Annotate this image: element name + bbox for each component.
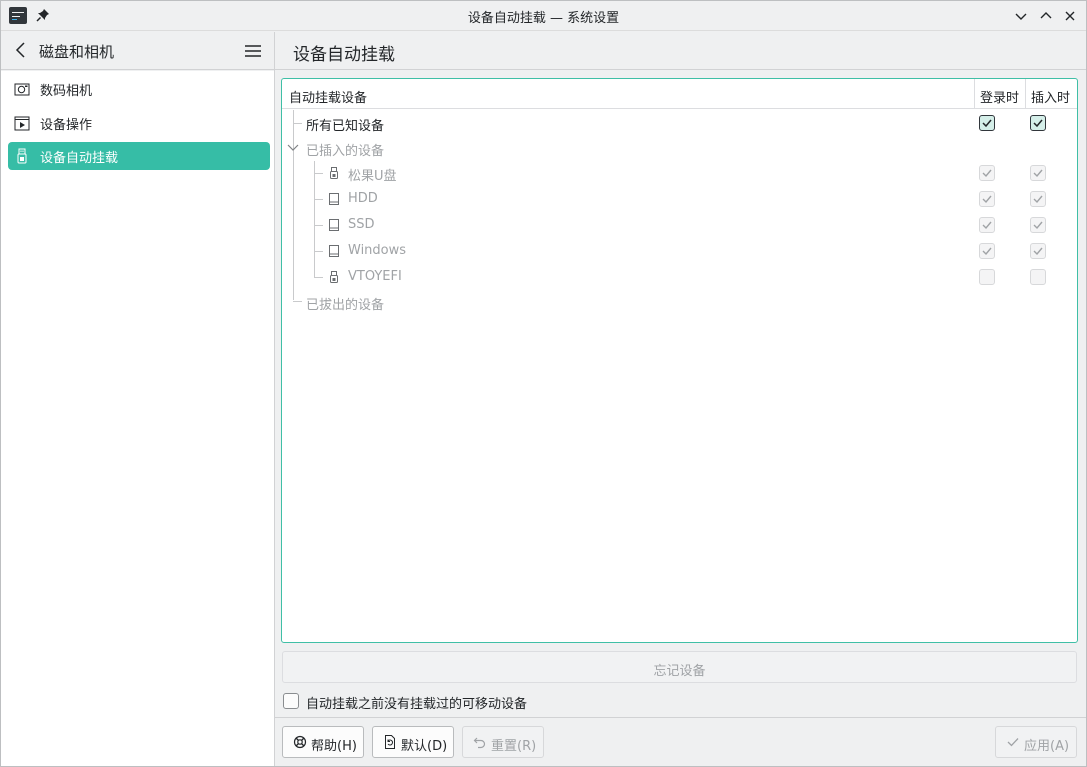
sidebar-item-label: 数码相机: [40, 84, 93, 99]
checkmark-icon: [1007, 738, 1019, 747]
login-checkbox: [979, 191, 995, 207]
sidebar-title: 磁盘和相机: [39, 43, 115, 61]
reset-button[interactable]: 重置(R): [462, 726, 544, 758]
column-header-login[interactable]: 登录时: [975, 79, 1025, 109]
forget-device-button[interactable]: 忘记设备: [282, 651, 1077, 683]
device-label: Windows: [348, 243, 407, 258]
hard-drive-icon: [329, 193, 339, 205]
camera-icon: [14, 83, 30, 96]
hard-drive-icon: [329, 219, 339, 231]
sidebar-item-label: 设备自动挂载: [40, 151, 119, 166]
insert-checkbox: [1030, 243, 1046, 259]
document-revert-icon: [385, 735, 395, 749]
insert-checkbox[interactable]: [1030, 115, 1046, 131]
minimize-button[interactable]: [1011, 6, 1031, 26]
login-checkbox: [979, 243, 995, 259]
footer-button-bar: 帮助(H) 默认(D) 重置(R) 应用(A): [275, 717, 1086, 766]
chevron-up-icon: [1040, 12, 1052, 19]
device-label: 松果U盘: [348, 169, 397, 184]
tree-row-attached-group[interactable]: 已插入的设备: [282, 135, 1077, 161]
login-checkbox: [979, 217, 995, 233]
insert-checkbox: [1030, 269, 1046, 285]
insert-checkbox: [1030, 191, 1046, 207]
login-checkbox: [979, 165, 995, 181]
login-checkbox[interactable]: [979, 115, 995, 131]
hard-drive-icon: [329, 245, 339, 257]
device-actions-icon: [14, 116, 30, 131]
column-header-device[interactable]: 自动挂载设备: [282, 79, 974, 109]
undo-icon: [473, 737, 486, 749]
sidebar-header: 磁盘和相机: [1, 32, 274, 70]
sidebar-item-device-actions[interactable]: 设备操作: [8, 109, 270, 137]
tree-row-device[interactable]: Windows: [282, 238, 1077, 264]
close-button[interactable]: [1060, 6, 1080, 26]
tree-row-detached-group[interactable]: 已拔出的设备: [282, 289, 1077, 315]
usb-drive-icon: [330, 167, 338, 179]
system-settings-window: 设备自动挂载 — 系统设置 磁盘和相机 数码相机 设备操作 设备自动挂载 设备自…: [0, 0, 1087, 767]
usb-drive-icon: [17, 148, 27, 164]
tree-row-all-known[interactable]: 所有已知设备: [282, 110, 1077, 136]
maximize-button[interactable]: [1036, 6, 1056, 26]
login-checkbox: [979, 269, 995, 285]
help-lifebuoy-icon: [293, 735, 307, 749]
automount-new-devices-label[interactable]: 自动挂载之前没有挂载过的可移动设备: [306, 693, 527, 712]
tree-item-label: 所有已知设备: [306, 119, 385, 134]
defaults-button[interactable]: 默认(D): [372, 726, 454, 758]
tree-group-label: 已插入的设备: [306, 144, 385, 159]
sidebar-divider: [274, 32, 275, 766]
window-title: 设备自动挂载 — 系统设置: [467, 11, 620, 26]
usb-drive-icon: [330, 271, 338, 283]
tree-row-device[interactable]: HDD: [282, 186, 1077, 212]
tree-row-device[interactable]: 松果U盘: [282, 160, 1077, 186]
help-button[interactable]: 帮助(H): [282, 726, 364, 758]
tree-row-device[interactable]: SSD: [282, 212, 1077, 238]
device-label: VTOYEFI: [348, 269, 402, 284]
device-label: SSD: [348, 217, 375, 232]
page-header: 设备自动挂载: [275, 32, 1086, 70]
device-label: HDD: [348, 191, 378, 206]
tree-group-label: 已拔出的设备: [306, 298, 385, 313]
sidebar-item-label: 设备操作: [40, 118, 93, 133]
column-header-insert[interactable]: 插入时: [1026, 79, 1077, 109]
sidebar-item-device-automount[interactable]: 设备自动挂载: [8, 142, 270, 170]
chevron-down-icon: [1015, 13, 1027, 20]
hamburger-menu-icon[interactable]: [244, 42, 262, 60]
page-title: 设备自动挂载: [293, 45, 395, 65]
insert-checkbox: [1030, 165, 1046, 181]
tree-row-device[interactable]: VTOYEFI: [282, 264, 1077, 290]
title-bar: 设备自动挂载 — 系统设置: [1, 1, 1086, 31]
sidebar: 数码相机 设备操作 设备自动挂载: [1, 71, 274, 766]
device-tree[interactable]: 自动挂载设备 登录时 插入时 所有已知设备 已插入的设备 松果U盘 HDD SS…: [281, 78, 1078, 643]
sidebar-item-digital-camera[interactable]: 数码相机: [8, 75, 270, 103]
close-icon: [1065, 11, 1075, 21]
apply-button[interactable]: 应用(A): [995, 726, 1077, 758]
automount-new-devices-checkbox[interactable]: [283, 693, 299, 709]
chevron-down-icon[interactable]: [287, 144, 299, 152]
back-arrow-icon[interactable]: [13, 41, 31, 59]
insert-checkbox: [1030, 217, 1046, 233]
